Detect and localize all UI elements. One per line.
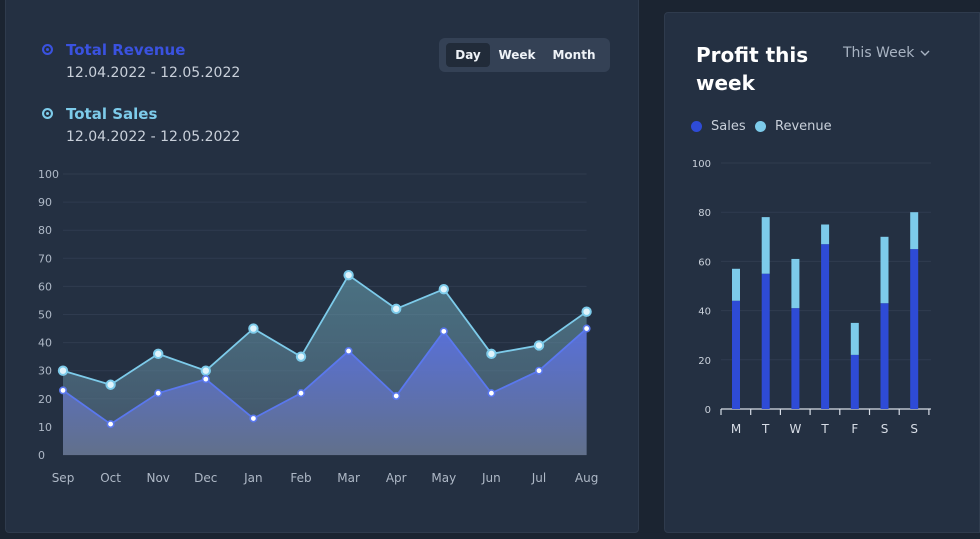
legend-label: Revenue [775,119,832,134]
y-tick-label: 50 [38,309,52,322]
x-tick-label: Nov [146,471,169,485]
bar-segment [821,224,830,245]
data-point [200,365,212,376]
radio-dot-icon [42,44,53,55]
bar-segment [732,268,740,301]
chevron-down-icon [920,45,930,61]
x-tick-label: Jan [243,471,263,485]
legend-dot [691,121,702,132]
data-point [248,323,259,334]
data-point [105,379,116,390]
data-point [391,303,402,315]
bar-segment [761,273,770,409]
data-point [534,366,543,375]
data-point [58,386,67,395]
x-tick-label: T [820,422,829,436]
y-tick-label: 90 [38,196,52,209]
y-tick-label: 80 [698,208,711,219]
revenue-card: Total Revenue 12.04.2022 - 12.05.2022 To… [5,0,639,533]
x-tick-label: Aug [575,471,598,485]
x-tick-label: S [881,422,889,436]
x-tick-label: Dec [194,471,217,485]
bar-segment [761,217,770,274]
bar-segment [821,244,830,409]
y-tick-label: 20 [38,393,52,406]
bar-segment [850,322,859,355]
range-toggle: Day Week Month [439,38,610,72]
x-tick-label: Jun [481,471,501,485]
x-tick-label: Mar [337,471,360,485]
y-tick-label: 60 [698,257,711,268]
data-point [486,348,497,360]
y-tick-label: 0 [705,405,711,416]
data-point [581,306,592,317]
legend-date-range: 12.04.2022 - 12.05.2022 [66,65,241,81]
data-point [153,348,164,360]
y-tick-label: 10 [38,421,52,434]
toggle-month-button[interactable]: Month [545,43,603,67]
bar-segment [791,308,800,409]
bar-segment [910,212,919,250]
x-tick-label: T [761,422,770,436]
bar-segment [850,354,859,409]
y-tick-label: 100 [692,159,711,170]
legend-dot [755,121,766,132]
bar-chart: 0 20 40 60 80 100 M T W T F S S [692,159,931,436]
data-point [295,351,307,362]
x-tick-label: Sep [52,471,75,485]
x-tick-label: F [851,422,858,436]
y-tick-label: 40 [38,337,52,350]
data-point [487,389,496,398]
bar-segment [880,303,889,409]
radio-dot-icon [42,108,53,119]
period-select-value: This Week [843,45,915,61]
x-tick-label: Oct [100,471,121,485]
bar-segment [732,300,740,409]
toggle-week-button[interactable]: Week [493,43,541,67]
y-tick-label: 20 [698,356,711,367]
data-point [439,327,448,336]
data-point [438,284,449,295]
data-point [57,365,69,376]
x-tick-label: May [431,471,456,485]
bar-segment [880,236,889,304]
x-tick-label: S [910,422,918,436]
period-select[interactable]: This Week [843,45,930,61]
toggle-day-button[interactable]: Day [446,43,490,67]
data-point [201,375,210,384]
x-tick-label: Jul [531,471,546,485]
data-point [249,414,258,423]
data-point [343,269,354,281]
x-tick-label: Apr [386,471,407,485]
legend-date-range: 12.04.2022 - 12.05.2022 [66,129,241,145]
legend-name: Total Revenue [66,41,186,59]
data-point [344,347,353,356]
profit-card: Profit this week This Week Sales Revenue… [664,12,980,533]
data-point [392,391,401,400]
y-tick-label: 60 [38,280,52,293]
profit-title: Profit this week [696,43,809,95]
data-point [106,420,115,429]
area-chart: 0 10 20 30 40 50 60 70 80 90 100 Sep Oct Nov Dec Jan Feb… [38,168,598,485]
y-tick-label: 80 [38,224,52,237]
y-tick-label: 70 [38,252,52,265]
bar-segment [910,249,919,409]
x-tick-label: W [789,422,801,436]
data-point [154,389,163,398]
y-tick-label: 100 [38,168,59,181]
data-point [582,324,591,333]
y-tick-label: 30 [38,365,52,378]
y-tick-label: 40 [698,307,711,318]
bar-segment [791,258,800,309]
x-tick-label: Feb [290,471,311,485]
legend-label: Sales [711,119,746,134]
data-point [533,340,545,351]
data-point [296,389,305,398]
x-tick-label: M [731,422,741,436]
y-tick-label: 0 [38,449,45,462]
legend-name: Total Sales [66,105,158,123]
